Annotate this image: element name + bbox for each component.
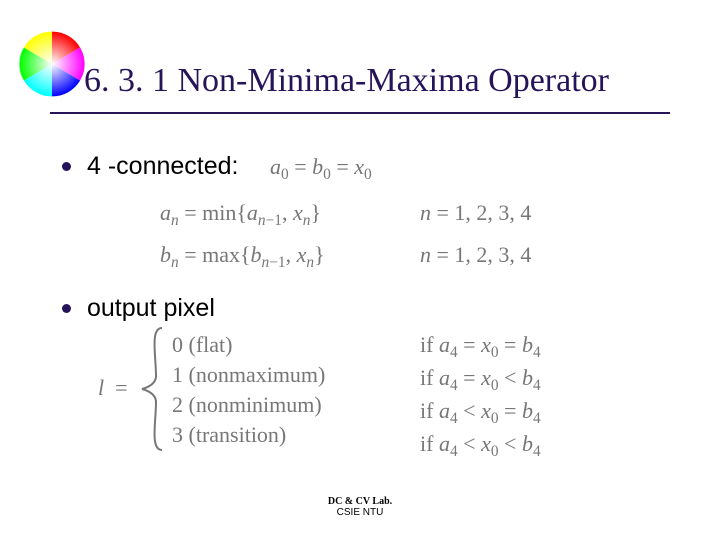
slide-footer: DC & CV Lab. CSIE NTU [0, 496, 720, 518]
bullet-4-connected: 4 -connected: [62, 152, 239, 181]
case-3-value: 3 (transition) [172, 420, 325, 450]
math-b-n-range: n = 1, 2, 3, 4 [420, 242, 531, 268]
color-wheel-icon [16, 28, 88, 100]
case-1-value: 1 (nonmaximum) [172, 360, 325, 390]
left-brace-icon [140, 326, 168, 452]
math-a-n-range: n = 1, 2, 3, 4 [420, 200, 531, 226]
math-cases-values: 0 (flat) 1 (nonmaximum) 2 (nonminimum) 3… [172, 330, 325, 450]
math-init: a0 = b0 = x0 [270, 154, 372, 180]
math-b-n: bn = max{bn−1, xn} [160, 242, 325, 268]
case-1-cond: if a4 = x0 < b4 [420, 363, 541, 396]
footer-lab: DC & CV Lab. [0, 496, 720, 507]
bullet-text: 4 -connected: [87, 152, 239, 181]
case-3-cond: if a4 < x0 < b4 [420, 429, 541, 462]
case-2-value: 2 (nonminimum) [172, 390, 325, 420]
bullet-text: output pixel [87, 294, 215, 323]
case-0-value: 0 (flat) [172, 330, 325, 360]
slide-title: 6. 3. 1 Non-Minima-Maxima Operator [84, 62, 609, 100]
bullet-output-pixel: output pixel [62, 294, 215, 323]
footer-dept: CSIE NTU [0, 507, 720, 518]
math-cases-conditions: if a4 = x0 = b4 if a4 = x0 < b4 if a4 < … [420, 330, 541, 462]
bullet-dot-icon [62, 162, 71, 171]
case-2-cond: if a4 < x0 = b4 [420, 396, 541, 429]
bullet-dot-icon [62, 304, 71, 313]
math-a-n: an = min{an−1, xn} [160, 200, 321, 226]
case-0-cond: if a4 = x0 = b4 [420, 330, 541, 363]
slide: 6. 3. 1 Non-Minima-Maxima Operator 4 -co… [0, 0, 720, 540]
math-l-equals: l = [98, 375, 128, 401]
title-underline [50, 112, 670, 114]
